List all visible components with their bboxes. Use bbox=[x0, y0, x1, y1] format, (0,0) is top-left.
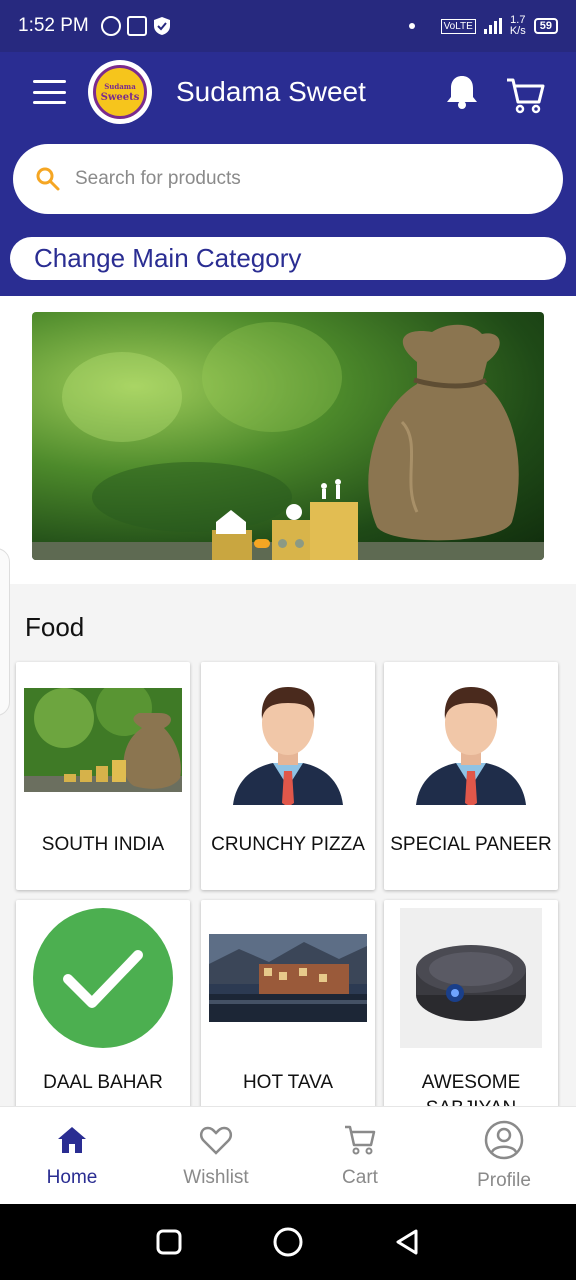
carousel-indicators bbox=[254, 539, 304, 548]
carousel-dot[interactable] bbox=[295, 539, 304, 548]
logo-text-main: Sweets bbox=[100, 92, 140, 103]
recent-apps-icon[interactable] bbox=[156, 1229, 182, 1255]
section-title: Food bbox=[25, 612, 85, 642]
fitness-notification-icon bbox=[100, 16, 121, 36]
side-drawer-handle[interactable] bbox=[0, 548, 10, 716]
nav-label: Wishlist bbox=[183, 1167, 249, 1188]
promo-banner[interactable] bbox=[32, 312, 544, 560]
person-avatar-icon bbox=[416, 687, 526, 805]
battery-icon: 59 bbox=[533, 18, 558, 34]
profile-icon bbox=[484, 1120, 524, 1160]
category-card[interactable]: HOT TAVA bbox=[201, 900, 375, 1128]
nav-label: Home bbox=[46, 1167, 98, 1188]
category-card[interactable]: SOUTH INDIA bbox=[16, 662, 190, 890]
category-card[interactable]: DAAL BAHAR bbox=[16, 900, 190, 1128]
category-card[interactable]: AWESOME SABJIYAN bbox=[384, 900, 558, 1128]
category-image bbox=[209, 670, 367, 810]
nav-home[interactable]: Home bbox=[0, 1107, 144, 1204]
category-image bbox=[24, 908, 182, 1048]
home-button-icon[interactable] bbox=[273, 1227, 303, 1257]
category-image bbox=[392, 908, 550, 1048]
back-icon[interactable] bbox=[394, 1228, 420, 1256]
menu-icon[interactable] bbox=[33, 80, 66, 104]
logo-text-top: Sudama bbox=[104, 82, 136, 91]
search-icon bbox=[36, 167, 60, 191]
category-label: SOUTH INDIA bbox=[41, 834, 165, 855]
carousel-dot[interactable] bbox=[254, 539, 270, 548]
category-label: CRUNCHY PIZZA bbox=[211, 834, 365, 855]
nav-profile[interactable]: Profile bbox=[432, 1107, 576, 1204]
bell-icon[interactable] bbox=[445, 74, 479, 110]
notification-dot bbox=[408, 23, 415, 29]
search-input[interactable] bbox=[75, 168, 515, 190]
volte-badge: VoLTE bbox=[440, 18, 476, 34]
speed-unit: K/s bbox=[509, 25, 526, 37]
search-bar[interactable] bbox=[13, 144, 563, 214]
system-navigation-bar bbox=[0, 1204, 576, 1280]
category-label: SPECIAL PANEER bbox=[390, 834, 552, 855]
change-category-label: Change Main Category bbox=[34, 243, 302, 273]
carousel-dot[interactable] bbox=[278, 539, 287, 548]
signal-icon bbox=[483, 18, 502, 34]
cart-icon bbox=[345, 1125, 376, 1155]
person-avatar-icon bbox=[233, 687, 343, 805]
brand-logo[interactable]: Sudama Sweets bbox=[88, 60, 152, 124]
cart-icon[interactable] bbox=[505, 76, 545, 114]
heart-icon bbox=[199, 1126, 233, 1155]
app-title: Sudama Sweet bbox=[176, 76, 366, 107]
status-time: 1:52 PM bbox=[18, 15, 89, 36]
category-card[interactable]: SPECIAL PANEER bbox=[384, 662, 558, 890]
app-header: Sudama Sweets Sudama Sweet Change Main C… bbox=[0, 52, 576, 296]
status-bar: 1:52 PM VoLTE 1.7 K/s 59 bbox=[0, 0, 576, 52]
category-label: DAAL BAHAR bbox=[43, 1072, 163, 1093]
nav-cart[interactable]: Cart bbox=[288, 1107, 432, 1204]
category-image bbox=[24, 670, 182, 810]
shield-icon bbox=[153, 17, 170, 35]
home-icon bbox=[58, 1127, 86, 1153]
category-image bbox=[392, 670, 550, 810]
bottom-navigation: Home Wishlist Cart Profile bbox=[0, 1106, 576, 1204]
projector-icon bbox=[400, 908, 542, 1048]
category-card[interactable]: CRUNCHY PIZZA bbox=[201, 662, 375, 890]
nav-label: Cart bbox=[342, 1167, 378, 1188]
network-speed: 1.7 K/s bbox=[510, 15, 526, 37]
notification-icons bbox=[100, 16, 171, 36]
banner-section bbox=[0, 296, 576, 584]
money-sack-icon bbox=[368, 324, 519, 541]
category-label: HOT TAVA bbox=[242, 1072, 334, 1093]
change-category-button[interactable]: Change Main Category bbox=[10, 237, 566, 280]
category-image bbox=[209, 908, 367, 1048]
nav-wishlist[interactable]: Wishlist bbox=[144, 1107, 288, 1204]
nav-label: Profile bbox=[477, 1170, 531, 1191]
app-notification-icon bbox=[126, 16, 147, 36]
check-icon bbox=[33, 908, 173, 1048]
